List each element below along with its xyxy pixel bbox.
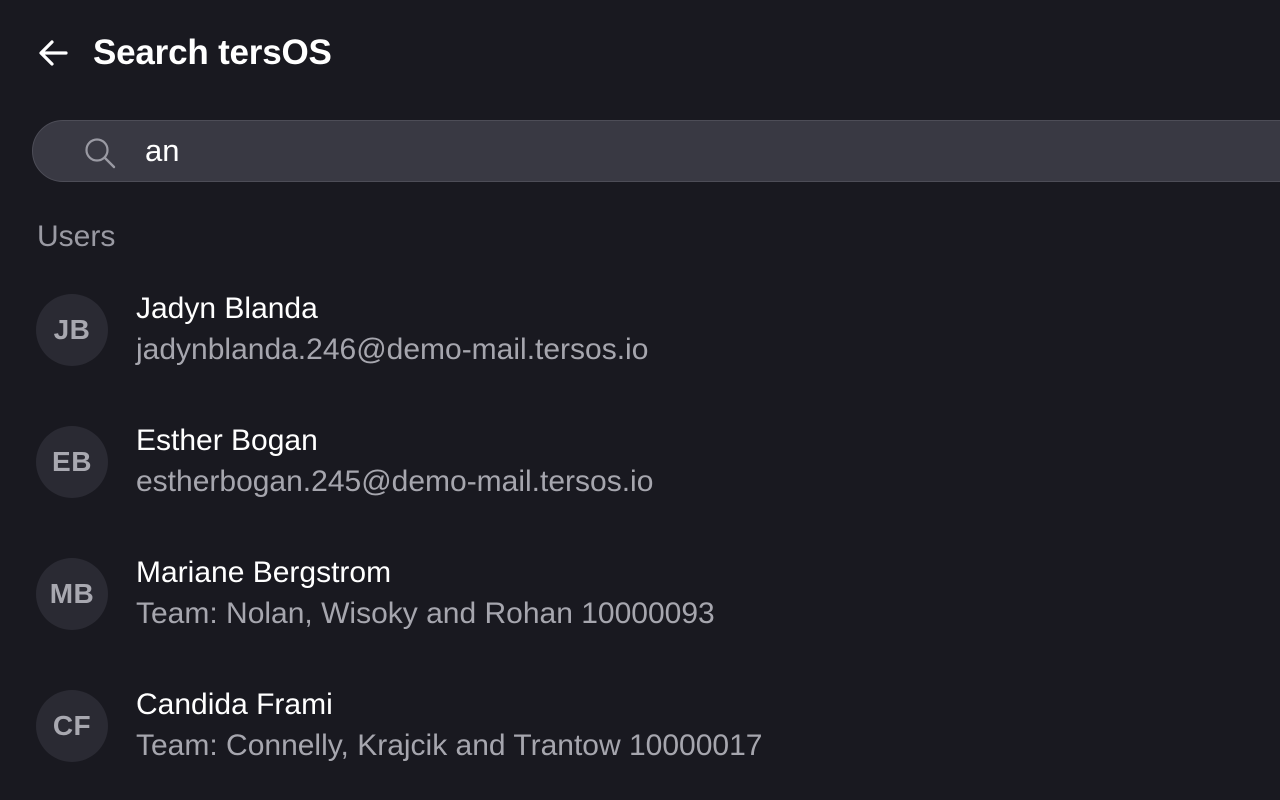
user-results-list: JB Jadyn Blanda jadynblanda.246@demo-mai… [36, 280, 1236, 800]
avatar: JB [36, 294, 108, 366]
header: Search tersOS [36, 30, 332, 76]
avatar: EB [36, 426, 108, 498]
user-result-row[interactable]: EB Esther Bogan estherbogan.245@demo-mai… [36, 412, 1236, 544]
search-bar[interactable] [32, 120, 1280, 182]
user-team: Team: Nolan, Wisoky and Rohan 10000093 [136, 597, 715, 630]
user-email: jadynblanda.246@demo-mail.tersos.io [136, 333, 649, 366]
arrow-left-icon [39, 40, 68, 66]
user-result-row[interactable]: JB Jadyn Blanda jadynblanda.246@demo-mai… [36, 280, 1236, 412]
avatar: CF [36, 690, 108, 762]
user-name: Mariane Bergstrom [136, 556, 392, 589]
back-button[interactable] [36, 33, 76, 73]
search-input[interactable] [145, 129, 1245, 173]
user-result-row[interactable]: MB Mariane Bergstrom Team: Nolan, Wisoky… [36, 544, 1236, 676]
search-page: Search tersOS Users JB Jadyn Blanda jady… [0, 0, 1280, 800]
avatar: MB [36, 558, 108, 630]
user-name: Jadyn Blanda [136, 292, 318, 325]
user-email: estherbogan.245@demo-mail.tersos.io [136, 465, 654, 498]
search-icon [85, 138, 116, 169]
user-name: Candida Frami [136, 688, 333, 721]
user-result-row[interactable]: CF Candida Frami Team: Connelly, Krajcik… [36, 676, 1236, 800]
user-team: Team: Connelly, Krajcik and Trantow 1000… [136, 729, 763, 762]
user-name: Esther Bogan [136, 424, 318, 457]
section-label-users: Users [37, 220, 116, 253]
page-title: Search tersOS [93, 33, 332, 72]
